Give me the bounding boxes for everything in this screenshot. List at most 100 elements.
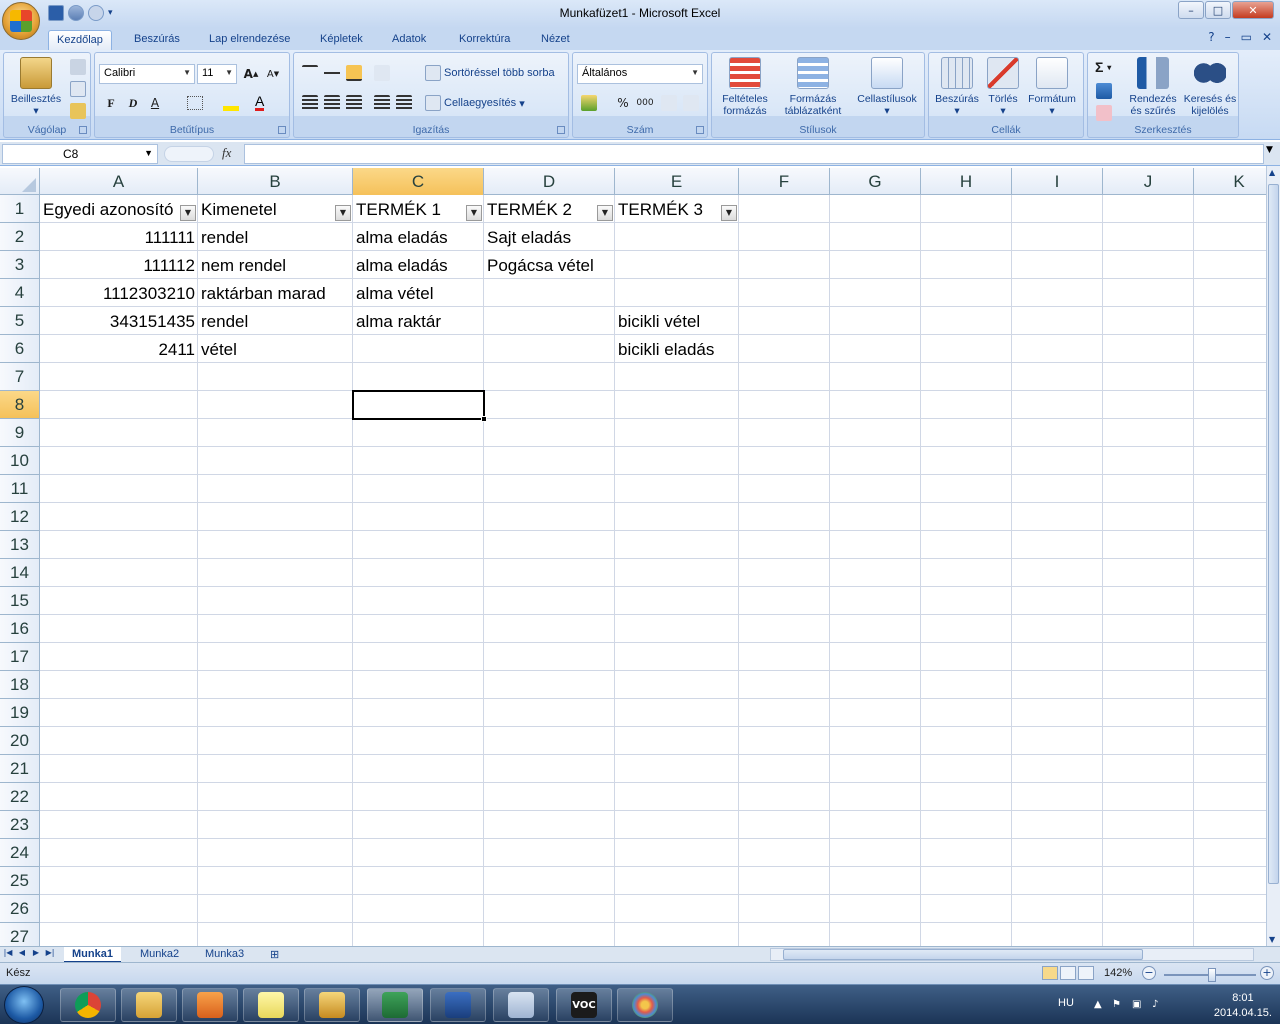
table-cell[interactable]: alma raktár — [353, 308, 484, 336]
filter-dropdown-icon[interactable]: ▼ — [721, 205, 737, 221]
row-header-7[interactable]: 7 — [0, 363, 40, 391]
row-header-14[interactable]: 14 — [0, 559, 40, 587]
table-cell[interactable]: nem rendel — [198, 252, 353, 280]
row-header-21[interactable]: 21 — [0, 755, 40, 783]
tab-beszuras[interactable]: Beszúrás — [126, 30, 188, 50]
column-header-c[interactable]: C — [353, 168, 484, 195]
row-header-25[interactable]: 25 — [0, 867, 40, 895]
taskbar-outlook[interactable] — [304, 988, 360, 1022]
taskbar-notes[interactable] — [243, 988, 299, 1022]
row-header-2[interactable]: 2 — [0, 223, 40, 251]
filter-dropdown-icon[interactable]: ▼ — [466, 205, 482, 221]
row-header-11[interactable]: 11 — [0, 475, 40, 503]
alignment-dialog-launcher[interactable] — [557, 126, 565, 134]
row-header-22[interactable]: 22 — [0, 783, 40, 811]
table-cell[interactable]: alma eladás — [353, 224, 484, 252]
row-header-9[interactable]: 9 — [0, 419, 40, 447]
delete-cells-button[interactable]: Törlés ▾ — [983, 57, 1023, 117]
table-cell[interactable]: bicikli eladás — [615, 336, 739, 364]
table-cell[interactable]: 111111 — [40, 224, 198, 252]
table-cell[interactable]: 111112 — [40, 252, 198, 280]
italic-button[interactable]: D — [123, 93, 143, 113]
row-header-6[interactable]: 6 — [0, 335, 40, 363]
show-hidden-icons-icon[interactable]: ▲ — [1094, 999, 1106, 1011]
fill-handle[interactable] — [481, 416, 487, 422]
wrap-text-button[interactable]: Sortöréssel több sorba — [424, 63, 556, 83]
workbook-restore-icon[interactable]: ▭ — [1241, 30, 1252, 44]
action-center-icon[interactable]: ⚑ — [1112, 999, 1124, 1011]
clear-icon[interactable] — [1096, 105, 1112, 121]
column-header-j[interactable]: J — [1103, 168, 1194, 195]
row-header-4[interactable]: 4 — [0, 279, 40, 307]
taskbar-voc[interactable]: VOC — [556, 988, 612, 1022]
vertical-scrollbar[interactable]: ▲ ▼ — [1266, 166, 1280, 946]
row-header-8[interactable]: 8 — [0, 391, 40, 419]
row-header-19[interactable]: 19 — [0, 699, 40, 727]
select-all-button[interactable] — [0, 168, 40, 195]
minimize-button[interactable]: – — [1178, 1, 1204, 19]
normal-view-icon[interactable] — [1042, 966, 1058, 980]
maximize-button[interactable]: □ — [1205, 1, 1231, 19]
align-top-icon[interactable] — [302, 65, 318, 81]
percent-button[interactable]: % — [613, 93, 633, 113]
zoom-slider-thumb[interactable] — [1208, 968, 1216, 982]
align-left-icon[interactable] — [302, 95, 318, 111]
tab-nezet[interactable]: Nézet — [533, 30, 578, 50]
row-header-26[interactable]: 26 — [0, 895, 40, 923]
bold-button[interactable]: F — [101, 93, 121, 113]
format-cells-button[interactable]: Formátum ▾ — [1023, 57, 1081, 117]
zoom-out-icon[interactable]: − — [1142, 966, 1156, 980]
page-break-view-icon[interactable] — [1078, 966, 1094, 980]
row-header-23[interactable]: 23 — [0, 811, 40, 839]
borders-icon[interactable] — [187, 96, 203, 110]
tab-kepletek[interactable]: Képletek — [312, 30, 371, 50]
font-size-select[interactable]: 11 ▼ — [197, 64, 237, 84]
table-cell[interactable]: Sajt eladás — [484, 224, 615, 252]
find-select-button[interactable]: Keresés és kijelölés — [1182, 57, 1238, 117]
header-cell[interactable]: TERMÉK 2 — [484, 196, 596, 224]
name-box[interactable]: C8 ▼ — [2, 144, 158, 164]
table-cell[interactable] — [615, 252, 739, 280]
header-cell[interactable]: Kimenetel — [198, 196, 336, 224]
font-color-icon[interactable]: A — [255, 94, 265, 111]
worksheet-grid[interactable]: A B C D E F G H I J K Egyedi azonosító ▼… — [0, 168, 1266, 946]
row-header-18[interactable]: 18 — [0, 671, 40, 699]
table-cell[interactable] — [615, 224, 739, 252]
table-cell[interactable]: rendel — [198, 224, 353, 252]
decrease-decimal-icon[interactable] — [683, 95, 699, 111]
start-button[interactable] — [4, 986, 44, 1024]
fill-color-icon[interactable] — [223, 95, 239, 111]
office-button[interactable] — [2, 2, 40, 40]
sheet-tab-munka1[interactable]: Munka1 — [64, 947, 121, 963]
column-header-i[interactable]: I — [1012, 168, 1103, 195]
table-cell[interactable] — [484, 280, 615, 308]
filter-dropdown-icon[interactable]: ▼ — [597, 205, 613, 221]
tab-kezdolap[interactable]: Kezdőlap — [48, 30, 112, 50]
filter-dropdown-icon[interactable]: ▼ — [335, 205, 351, 221]
table-cell[interactable]: rendel — [198, 308, 353, 336]
column-header-b[interactable]: B — [198, 168, 353, 195]
table-cell[interactable] — [484, 336, 615, 364]
format-painter-icon[interactable] — [70, 103, 86, 119]
page-layout-view-icon[interactable] — [1060, 966, 1076, 980]
column-header-a[interactable]: A — [40, 168, 198, 195]
table-cell[interactable]: vétel — [198, 336, 353, 364]
table-cell[interactable]: raktárban marad — [198, 280, 353, 308]
last-sheet-icon[interactable]: ▶| — [44, 948, 56, 961]
header-cell[interactable]: Egyedi azonosító — [40, 196, 180, 224]
number-format-select[interactable]: Általános ▼ — [577, 64, 703, 84]
workbook-minimize-icon[interactable]: – — [1225, 30, 1231, 44]
header-cell[interactable]: TERMÉK 1 — [353, 196, 465, 224]
sheet-tab-munka3[interactable]: Munka3 — [197, 947, 252, 963]
underline-button[interactable]: A — [145, 93, 165, 113]
horizontal-scroll-thumb[interactable] — [783, 949, 1143, 960]
taskbar-explorer[interactable] — [121, 988, 177, 1022]
vertical-scroll-thumb[interactable] — [1268, 184, 1279, 884]
help-icon[interactable]: ? — [1208, 30, 1214, 44]
column-header-e[interactable]: E — [615, 168, 739, 195]
row-header-24[interactable]: 24 — [0, 839, 40, 867]
prev-sheet-icon[interactable]: ◀ — [16, 948, 28, 961]
insert-sheet-icon[interactable]: ⊞ — [262, 947, 287, 963]
close-button[interactable]: ✕ — [1232, 1, 1274, 19]
taskbar-paint[interactable] — [617, 988, 673, 1022]
